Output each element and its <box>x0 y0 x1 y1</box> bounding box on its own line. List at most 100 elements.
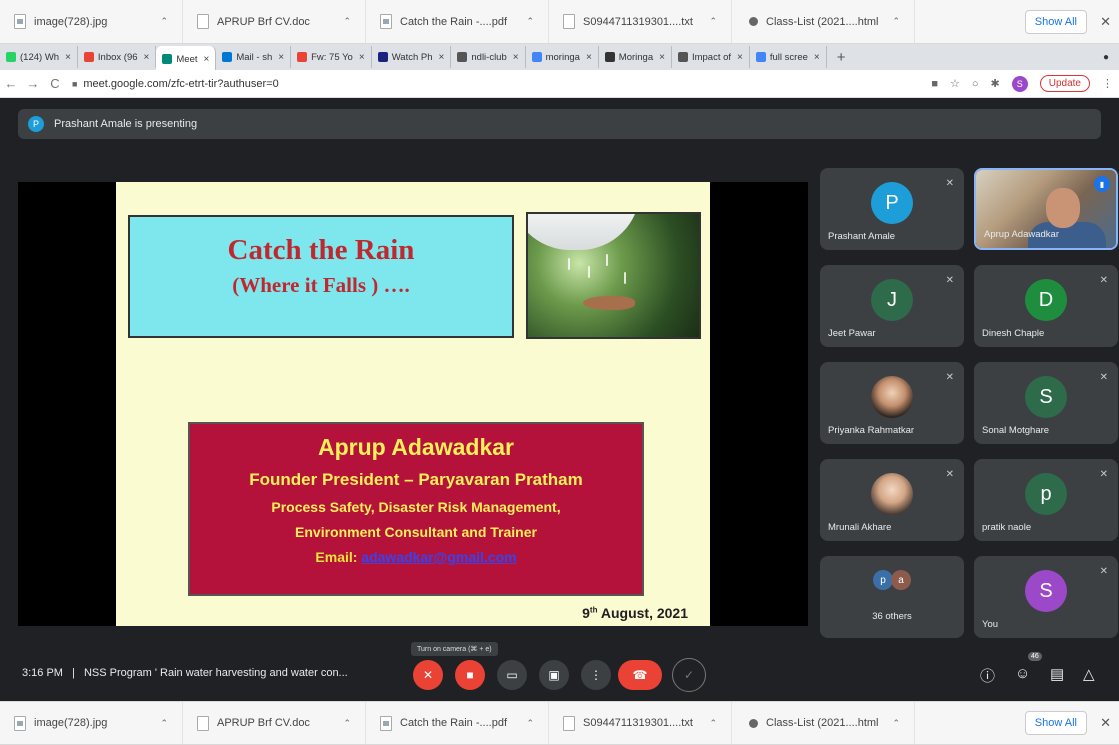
update-button[interactable]: Update <box>1039 75 1090 92</box>
download-item[interactable]: S0944711319301....txt ⌃ <box>549 702 732 744</box>
tab-close-icon[interactable]: × <box>659 52 665 63</box>
email-link[interactable]: adawadkar@gmail.com <box>361 549 516 565</box>
captions-button[interactable]: ▭ <box>497 660 527 690</box>
raise-hand-button[interactable]: ✓ <box>672 658 706 692</box>
download-item[interactable]: APRUP Brf CV.doc ⌃ <box>183 0 366 43</box>
puzzle-icon[interactable]: ✱ <box>991 77 1000 90</box>
browser-tab[interactable]: Moringa × <box>599 46 672 68</box>
participant-tile[interactable]: ✕ S Sonal Motghare <box>974 362 1118 444</box>
new-tab-icon[interactable]: + <box>827 49 856 66</box>
browser-tab[interactable]: (124) Wh × <box>0 46 78 68</box>
browser-tab[interactable]: Meet × <box>156 46 217 72</box>
extension-icon[interactable]: ○ <box>972 78 979 90</box>
tab-close-icon[interactable]: × <box>144 52 150 63</box>
download-item[interactable]: Catch the Rain -....pdf ⌃ <box>366 0 549 43</box>
participant-tile[interactable]: ✕ Priyanka Rahmatkar <box>820 362 964 444</box>
tab-close-icon[interactable]: × <box>278 52 284 63</box>
activities-icon[interactable]: △ <box>1083 665 1095 683</box>
browser-tab[interactable]: ndli-club × <box>451 46 526 68</box>
present-screen-icon: ▣ <box>548 668 560 682</box>
participant-tile[interactable]: ✕ J Jeet Pawar <box>820 265 964 347</box>
more-vert-icon: ⋮ <box>590 668 602 682</box>
participant-tile[interactable]: ✕ Mrunali Akhare <box>820 459 964 541</box>
chevron-up-icon[interactable]: ⌃ <box>343 16 351 27</box>
tab-close-icon[interactable]: × <box>65 52 71 63</box>
download-item[interactable]: Catch the Rain -....pdf ⌃ <box>366 702 549 744</box>
others-tile[interactable]: p a 36 others <box>820 556 964 638</box>
tab-label: moringa <box>545 51 580 63</box>
tab-close-icon[interactable]: × <box>513 52 519 63</box>
address-bar: ← → C ■ meet.google.com/zfc-etrt-tir?aut… <box>0 70 1119 98</box>
chevron-up-icon[interactable]: ⌃ <box>892 718 900 729</box>
download-item[interactable]: APRUP Brf CV.doc ⌃ <box>183 702 366 744</box>
hang-up-icon: ☎ <box>632 668 648 682</box>
show-all-button[interactable]: Show All <box>1024 711 1087 735</box>
tab-close-icon[interactable]: × <box>439 52 445 63</box>
download-item[interactable]: S0944711319301....txt ⌃ <box>549 0 732 43</box>
browser-tab[interactable]: Fw: 75 Yo × <box>291 46 372 68</box>
presenting-bar: P Prashant Amale is presenting <box>0 98 1119 150</box>
chevron-up-icon[interactable]: ⌃ <box>160 16 168 27</box>
download-item[interactable]: Class-List (2021....html ⌃ <box>732 702 915 744</box>
camera-in-use-icon[interactable]: ■ <box>931 78 938 90</box>
presentation-stage: Catch the Rain (Where it Falls ) …. Apru… <box>18 182 808 626</box>
tab-close-icon[interactable]: × <box>814 52 820 63</box>
chat-icon[interactable]: ▤ <box>1050 665 1064 683</box>
download-item[interactable]: Class-List (2021....html ⌃ <box>732 0 915 43</box>
meeting-details-icon[interactable]: ⓘ <box>980 665 995 686</box>
tab-close-icon[interactable]: × <box>737 52 743 63</box>
download-name: APRUP Brf CV.doc <box>217 717 310 729</box>
camera-toggle-button[interactable]: ■ <box>455 660 485 690</box>
chevron-up-icon[interactable]: ⌃ <box>709 16 717 27</box>
camera-tooltip: Turn on camera (⌘ + e) <box>411 642 498 656</box>
chevron-up-icon[interactable]: ⌃ <box>343 718 351 729</box>
tab-close-icon[interactable]: × <box>204 54 210 65</box>
present-button[interactable]: ▣ <box>539 660 569 690</box>
reload-icon[interactable]: C <box>44 76 66 91</box>
more-options-button[interactable]: ⋮ <box>581 660 611 690</box>
browser-tab[interactable]: moringa × <box>526 46 599 68</box>
tab-favicon-icon <box>222 52 233 62</box>
mic-off-icon: ✕ <box>422 668 434 682</box>
participant-name: Dinesh Chaple <box>982 328 1045 339</box>
mic-toggle-button[interactable]: ✕ <box>413 660 443 690</box>
download-item[interactable]: image(728).jpg ⌃ <box>0 702 183 744</box>
back-icon[interactable]: ← <box>0 76 22 91</box>
participant-name: Aprup Adawadkar <box>984 229 1059 240</box>
omnibox[interactable]: ■ meet.google.com/zfc-etrt-tir?authuser=… <box>72 78 931 90</box>
close-icon[interactable]: ✕ <box>1100 14 1111 30</box>
leave-call-button[interactable]: ☎ <box>618 660 662 690</box>
browser-tab[interactable]: full scree × <box>750 46 827 68</box>
browser-tab[interactable]: Impact of × <box>672 46 750 68</box>
chevron-up-icon[interactable]: ⌃ <box>526 718 534 729</box>
menu-kebab-icon[interactable]: ⋮ <box>1102 77 1113 90</box>
presenter-line-1: Process Safety, Disaster Risk Management… <box>271 499 561 515</box>
participant-tile[interactable]: ✕ D Dinesh Chaple <box>974 265 1118 347</box>
download-item[interactable]: image(728).jpg ⌃ <box>0 0 183 43</box>
forward-icon[interactable]: → <box>22 76 44 91</box>
participant-tile-active-speaker[interactable]: ▮ Aprup Adawadkar <box>974 168 1118 250</box>
close-icon[interactable]: ✕ <box>1100 715 1111 731</box>
chevron-up-icon[interactable]: ⌃ <box>892 16 900 27</box>
show-all-button[interactable]: Show All <box>1024 9 1087 34</box>
chevron-up-icon[interactable]: ⌃ <box>526 16 534 27</box>
date-day: 9 <box>582 605 590 621</box>
tab-favicon-icon <box>755 52 766 62</box>
mini-avatar: a <box>891 570 911 590</box>
self-tile[interactable]: ✕ S You <box>974 556 1118 638</box>
browser-tab[interactable]: Inbox (96 × <box>78 46 157 68</box>
browser-tab[interactable]: Mail - sh × <box>216 46 292 68</box>
rain-drop <box>588 266 590 278</box>
participant-tile[interactable]: ✕ p pratik naole <box>974 459 1118 541</box>
tab-search-icon[interactable]: ● <box>1103 52 1109 63</box>
chevron-up-icon[interactable]: ⌃ <box>160 718 168 729</box>
participant-tile[interactable]: ✕ P Prashant Amale <box>820 168 964 250</box>
chevron-up-icon[interactable]: ⌃ <box>709 718 717 729</box>
tab-close-icon[interactable]: × <box>586 52 592 63</box>
profile-avatar[interactable]: S <box>1011 75 1028 92</box>
tab-close-icon[interactable]: × <box>359 52 365 63</box>
browser-tab[interactable]: Watch Ph × <box>372 46 452 68</box>
bookmark-star-icon[interactable]: ☆ <box>950 77 960 90</box>
people-icon[interactable]: ☺ <box>1015 665 1030 682</box>
separator: | <box>72 667 75 679</box>
